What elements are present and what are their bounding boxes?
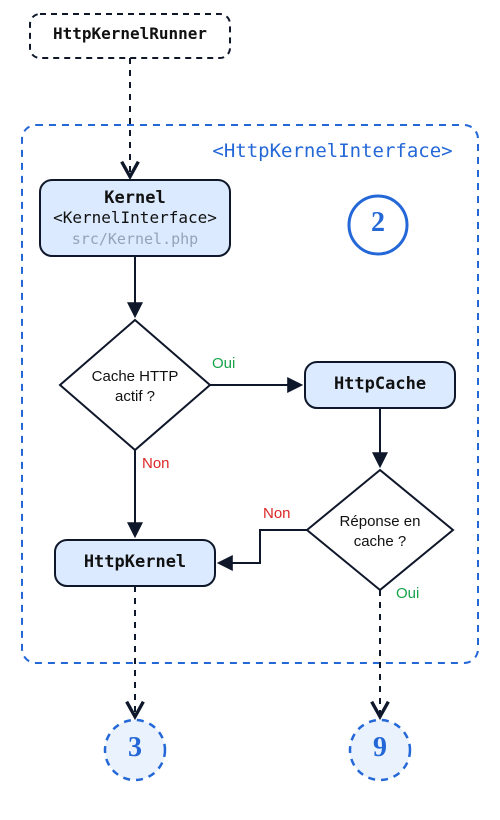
edge-resp-yes-label: Oui (396, 585, 436, 602)
badge-3-label: 3 (115, 732, 155, 764)
edge-cache-no-label: Non (142, 455, 192, 472)
kernel-path: src/Kernel.php (40, 230, 230, 248)
decision-cache-line1: Cache HTTP (70, 368, 200, 385)
diagram-stage: HttpKernelRunner <HttpKernelInterface> 2… (0, 0, 500, 820)
kernel-subtitle: <KernelInterface> (40, 208, 230, 227)
interface-title: <HttpKernelInterface> (190, 140, 475, 162)
kernel-title: Kernel (40, 188, 230, 208)
diagram-svg (0, 0, 500, 820)
edge-resp-no (220, 530, 307, 563)
httpcache-label: HttpCache (305, 374, 455, 394)
runner-label: HttpKernelRunner (30, 24, 230, 43)
edge-cache-yes-label: Oui (212, 355, 252, 372)
decision-cache (60, 320, 210, 450)
edge-resp-no-label: Non (263, 505, 313, 522)
decision-resp-line2: cache ? (318, 533, 442, 550)
decision-response (307, 470, 453, 590)
badge-9-label: 9 (360, 732, 400, 764)
httpkernel-label: HttpKernel (55, 552, 215, 572)
decision-resp-line1: Réponse en (318, 513, 442, 530)
badge-2-label: 2 (358, 207, 398, 239)
decision-cache-line2: actif ? (70, 388, 200, 405)
